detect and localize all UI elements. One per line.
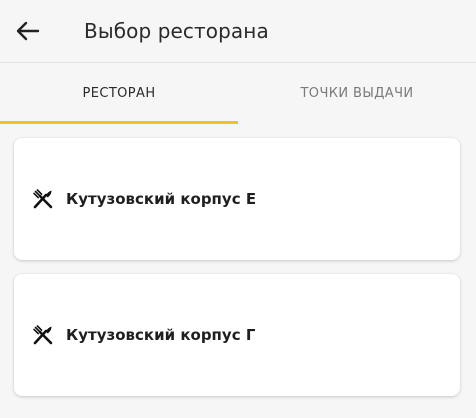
app-bar: Выбор ресторана: [0, 0, 476, 62]
restaurant-name: Кутузовский корпус Г: [66, 326, 256, 344]
fork-knife-icon: [32, 324, 54, 346]
selected-tab-indicator: [0, 121, 238, 124]
restaurant-card[interactable]: Кутузовский корпус Г: [14, 274, 460, 396]
restaurant-card[interactable]: Кутузовский корпус Е: [14, 138, 460, 260]
restaurant-name: Кутузовский корпус Е: [66, 190, 257, 208]
arrow-left-icon: [16, 21, 40, 41]
back-button[interactable]: [8, 13, 48, 49]
tab-pickup-points[interactable]: ТОЧКИ ВЫДАЧИ: [238, 63, 476, 124]
page-title: Выбор ресторана: [84, 19, 269, 43]
tab-restaurant[interactable]: РЕСТОРАН: [0, 63, 238, 124]
fork-knife-icon: [32, 188, 54, 210]
tab-bar: РЕСТОРАН ТОЧКИ ВЫДАЧИ: [0, 62, 476, 124]
